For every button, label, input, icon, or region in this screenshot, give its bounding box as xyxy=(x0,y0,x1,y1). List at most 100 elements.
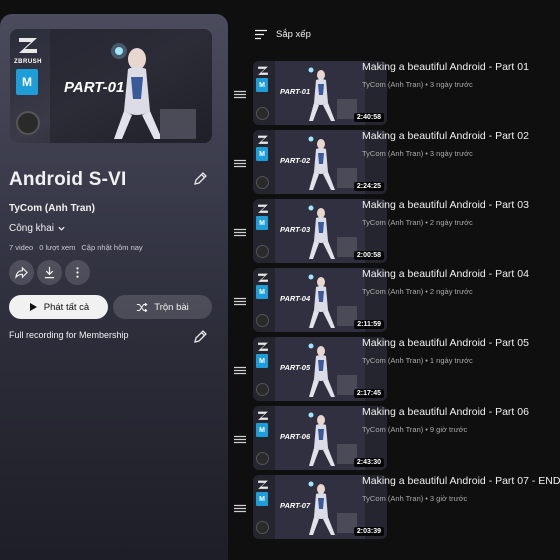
more-options-button[interactable] xyxy=(65,260,90,285)
drag-handle-icon[interactable] xyxy=(234,431,246,444)
video-age: 2 ngày trước xyxy=(429,218,473,227)
edit-title-button[interactable] xyxy=(190,169,210,189)
playlist-title: Android S-VI xyxy=(9,169,127,190)
video-duration: 2:40:58 xyxy=(353,113,384,122)
shuffle-button[interactable]: Trộn bài xyxy=(113,295,212,319)
video-count: 7 video xyxy=(9,243,34,252)
video-age: 9 giờ trước xyxy=(429,425,468,434)
video-meta: TyCom (Anh Tran) • 3 giờ trước xyxy=(362,494,468,503)
substance-logo-icon xyxy=(16,111,40,135)
edit-description-button[interactable] xyxy=(190,327,210,347)
video-row[interactable]: M PART-06 2:43:30 Making a beautiful And… xyxy=(232,406,560,472)
download-button[interactable] xyxy=(37,260,62,285)
maya-logo-icon: M xyxy=(256,285,268,299)
drag-handle-icon[interactable] xyxy=(234,86,246,99)
zbrush-logo-icon xyxy=(256,64,270,76)
video-duration: 2:03:39 xyxy=(353,527,384,536)
video-title[interactable]: Making a beautiful Android - Part 07 - E… xyxy=(362,475,560,487)
video-row[interactable]: M PART-05 2:17:45 Making a beautiful And… xyxy=(232,337,560,403)
video-channel[interactable]: TyCom (Anh Tran) xyxy=(362,356,423,365)
maya-logo-icon: M xyxy=(256,423,268,437)
thumbnail-part-label: PART-01 xyxy=(280,87,311,96)
thumbnail-part-label: PART-07 xyxy=(280,501,311,510)
video-age: 3 ngày trước xyxy=(429,80,473,89)
pencil-icon xyxy=(194,172,207,185)
thumbnail-part-label: PART-02 xyxy=(280,156,311,165)
video-channel[interactable]: TyCom (Anh Tran) xyxy=(362,80,423,89)
playlist-description: Full recording for Membership xyxy=(9,330,129,340)
drag-handle-icon[interactable] xyxy=(234,500,246,513)
sort-icon xyxy=(255,29,267,40)
thumbnail-part-label: PART-03 xyxy=(280,225,311,234)
substance-logo-icon xyxy=(256,383,269,396)
video-duration: 2:17:45 xyxy=(353,389,384,398)
more-vert-icon xyxy=(76,267,79,278)
video-age: 1 ngày trước xyxy=(429,356,473,365)
maya-logo-icon: M xyxy=(256,492,268,506)
zbrush-logo-icon xyxy=(16,35,40,57)
playlist-owner-link[interactable]: TyCom (Anh Tran) xyxy=(9,203,95,214)
play-all-button[interactable]: Phát tất cả xyxy=(9,295,108,319)
maya-logo-icon: M xyxy=(256,354,268,368)
maya-logo-icon: M xyxy=(16,69,38,95)
video-title[interactable]: Making a beautiful Android - Part 05 xyxy=(362,337,560,349)
video-row[interactable]: M PART-04 2:11:59 Making a beautiful And… xyxy=(232,268,560,334)
zbrush-logo-icon xyxy=(256,340,270,352)
video-duration: 2:00:58 xyxy=(353,251,384,260)
download-icon xyxy=(44,266,55,279)
video-meta: TyCom (Anh Tran) • 9 giờ trước xyxy=(362,425,468,434)
video-age: 3 giờ trước xyxy=(429,494,468,503)
privacy-label: Công khai xyxy=(9,223,55,234)
thumbnail-part-label: PART-04 xyxy=(280,294,311,303)
drag-handle-icon[interactable] xyxy=(234,293,246,306)
sort-button[interactable]: Sắp xếp xyxy=(254,29,311,40)
video-title[interactable]: Making a beautiful Android - Part 01 xyxy=(362,61,560,73)
video-channel[interactable]: TyCom (Anh Tran) xyxy=(362,494,423,503)
playlist-header-panel: ZBRUSH M PART-01 Android S-VI TyCom (Anh… xyxy=(0,14,228,560)
video-duration: 2:11:59 xyxy=(354,320,384,329)
video-channel[interactable]: TyCom (Anh Tran) xyxy=(362,149,423,158)
updated-text: Cập nhật hôm nay xyxy=(81,243,143,252)
maya-logo-icon: M xyxy=(256,147,268,161)
substance-logo-icon xyxy=(256,176,269,189)
share-button[interactable] xyxy=(9,260,34,285)
video-row[interactable]: M PART-07 2:03:39 Making a beautiful And… xyxy=(232,475,560,541)
video-meta: TyCom (Anh Tran) • 2 ngày trước xyxy=(362,218,473,227)
privacy-dropdown[interactable]: Công khai xyxy=(9,223,66,234)
video-row[interactable]: M PART-02 2:24:25 Making a beautiful And… xyxy=(232,130,560,196)
video-channel[interactable]: TyCom (Anh Tran) xyxy=(362,425,423,434)
thumbnail-part-label: PART-05 xyxy=(280,363,311,372)
video-meta: TyCom (Anh Tran) • 3 ngày trước xyxy=(362,149,473,158)
shuffle-icon xyxy=(137,302,148,312)
zbrush-logo-icon xyxy=(256,271,270,283)
substance-logo-icon xyxy=(256,452,269,465)
maya-logo-icon: M xyxy=(256,216,268,230)
zbrush-logo-icon xyxy=(256,133,270,145)
zbrush-logo-icon xyxy=(256,202,270,214)
thumbnail-part-label: PART-01 xyxy=(64,79,125,96)
video-title[interactable]: Making a beautiful Android - Part 02 xyxy=(362,130,560,142)
play-icon xyxy=(29,303,37,311)
drag-handle-icon[interactable] xyxy=(234,362,246,375)
video-row[interactable]: M PART-01 2:40:58 Making a beautiful And… xyxy=(232,61,560,127)
video-channel[interactable]: TyCom (Anh Tran) xyxy=(362,287,423,296)
thumbnail-part-label: PART-06 xyxy=(280,432,311,441)
video-title[interactable]: Making a beautiful Android - Part 03 xyxy=(362,199,560,211)
chevron-down-icon xyxy=(58,226,65,231)
substance-logo-icon xyxy=(256,107,269,120)
video-row[interactable]: M PART-03 2:00:58 Making a beautiful And… xyxy=(232,199,560,265)
drag-handle-icon[interactable] xyxy=(234,155,246,168)
substance-logo-icon xyxy=(256,521,269,534)
video-meta: TyCom (Anh Tran) • 3 ngày trước xyxy=(362,80,473,89)
video-title[interactable]: Making a beautiful Android - Part 04 xyxy=(362,268,560,280)
video-title[interactable]: Making a beautiful Android - Part 06 xyxy=(362,406,560,418)
video-channel[interactable]: TyCom (Anh Tran) xyxy=(362,218,423,227)
share-icon xyxy=(15,266,28,279)
video-age: 2 ngày trước xyxy=(429,287,473,296)
zbrush-logo-icon xyxy=(256,478,270,490)
substance-logo-icon xyxy=(256,245,269,258)
drag-handle-icon[interactable] xyxy=(234,224,246,237)
playlist-thumbnail[interactable]: ZBRUSH M PART-01 xyxy=(10,29,212,143)
substance-logo-icon xyxy=(256,314,269,327)
video-age: 3 ngày trước xyxy=(429,149,473,158)
